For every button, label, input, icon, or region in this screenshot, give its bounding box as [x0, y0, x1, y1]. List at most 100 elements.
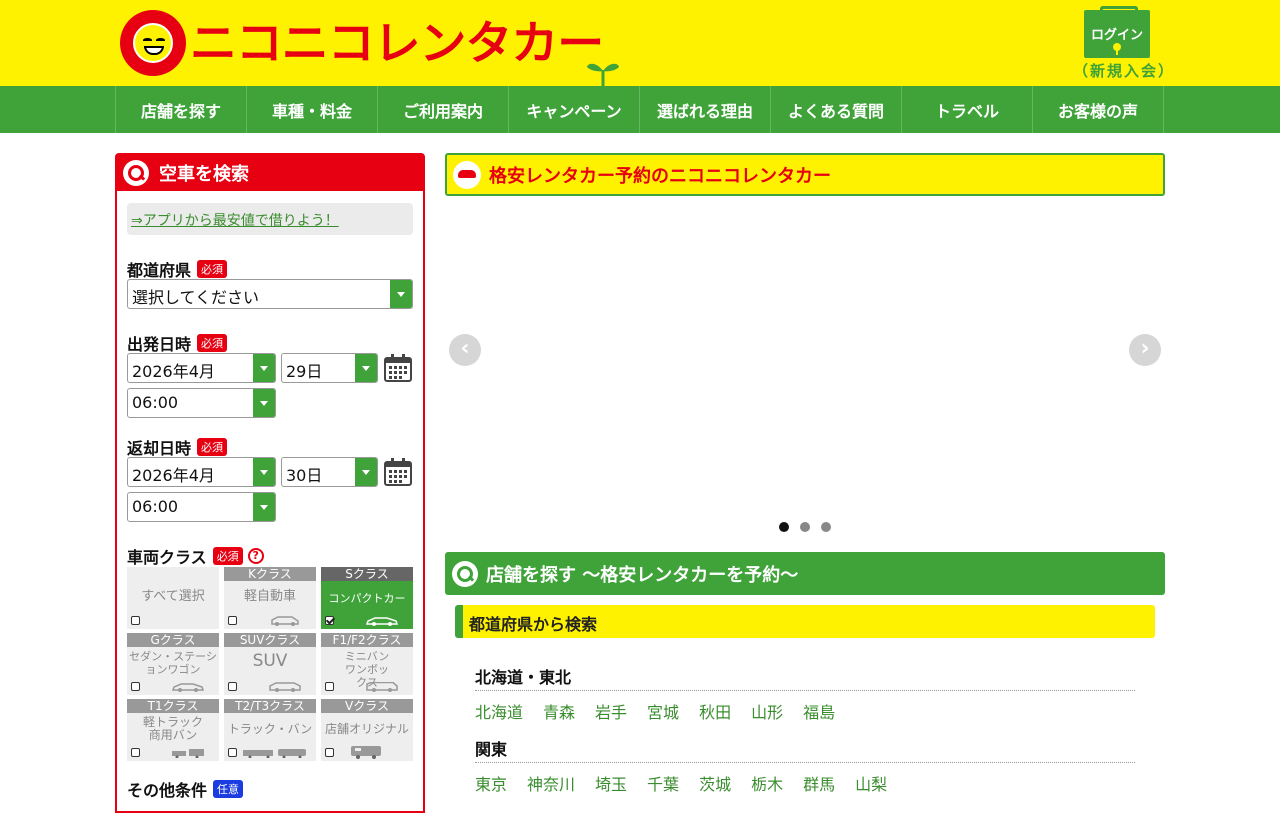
nav-item-campaign[interactable]: キャンペーン	[509, 86, 640, 133]
logo-emblem-icon[interactable]	[120, 10, 186, 76]
nav-item-faq[interactable]: よくある質問	[771, 86, 902, 133]
class-checkbox[interactable]	[228, 616, 237, 625]
return-month-select[interactable]: 2026年4月	[127, 457, 276, 487]
pref-link-kanagawa[interactable]: 神奈川	[527, 771, 575, 795]
class-option-k[interactable]: Kクラス 軽自動車	[224, 567, 316, 629]
slider-next-button[interactable]: ›	[1129, 334, 1161, 366]
vehicle-class-label: 車両クラス 必須 ?	[127, 544, 264, 568]
chevron-down-icon	[390, 280, 412, 308]
van-icon	[366, 682, 398, 692]
pref-link-saitama[interactable]: 埼玉	[595, 771, 627, 795]
class-option-v[interactable]: Vクラス 店舗オリジナル	[321, 699, 413, 761]
nav-item-stores[interactable]: 店舗を探す	[116, 86, 247, 133]
slider-dot[interactable]	[800, 522, 810, 532]
app-promo-link[interactable]: ⇒アプリから最安値で借りよう！	[127, 203, 413, 235]
pref-link-akita[interactable]: 秋田	[699, 699, 731, 723]
prefecture-select[interactable]: 選択してください	[127, 279, 413, 309]
chevron-down-icon	[355, 354, 377, 382]
pref-link-fukushima[interactable]: 福島	[803, 699, 835, 723]
global-nav: 店舗を探す 車種・料金 ご利用案内 キャンペーン 選ばれる理由 よくある質問 ト…	[0, 86, 1280, 133]
store-search-header: 店舗を探す 〜格安レンタカーを予約〜	[445, 552, 1165, 595]
region-pref-links: 北海道 青森 岩手 宮城 秋田 山形 福島	[475, 699, 1135, 723]
search-panel-title: 空車を検索	[159, 164, 249, 185]
depart-day-select[interactable]: 29日	[281, 353, 378, 383]
slider-dots	[779, 522, 831, 532]
optional-badge: 任意	[213, 780, 244, 798]
sprout-icon	[587, 63, 619, 86]
class-option-f[interactable]: F1/F2クラス ミニバンワンボックス	[321, 633, 413, 695]
class-option-s[interactable]: Sクラス コンパクトカー	[321, 567, 413, 629]
chevron-down-icon	[253, 493, 275, 521]
prefecture-label: 都道府県 必須	[127, 257, 228, 281]
pref-link-chiba[interactable]: 千葉	[647, 771, 679, 795]
slider-dot[interactable]	[779, 522, 789, 532]
nav-item-cars-prices[interactable]: 車種・料金	[247, 86, 378, 133]
nav-item-voices[interactable]: お客様の声	[1033, 86, 1164, 133]
class-option-t1[interactable]: T1クラス 軽トラック商用バン	[127, 699, 219, 761]
region-hokkaido-tohoku: 北海道・東北 北海道 青森 岩手 宮城 秋田 山形 福島	[475, 664, 1135, 723]
chevron-down-icon	[253, 354, 275, 382]
car-icon	[269, 682, 301, 692]
class-checkbox[interactable]	[325, 682, 334, 691]
key-icon	[1113, 43, 1121, 55]
pref-link-tochigi[interactable]: 栃木	[751, 771, 783, 795]
search-icon	[452, 560, 478, 587]
class-option-g[interactable]: Gクラス セダン・ステーションワゴン	[127, 633, 219, 695]
required-badge: 必須	[197, 334, 228, 352]
pref-link-yamanashi[interactable]: 山梨	[855, 771, 887, 795]
calendar-icon[interactable]	[383, 353, 413, 383]
search-icon	[123, 160, 149, 186]
car-icon	[171, 683, 205, 692]
help-icon[interactable]: ?	[247, 548, 264, 564]
class-checkbox-checked[interactable]	[325, 616, 334, 625]
calendar-icon[interactable]	[383, 457, 413, 487]
car-icon	[453, 160, 481, 189]
pref-link-yamagata[interactable]: 山形	[751, 699, 783, 723]
class-checkbox[interactable]	[131, 682, 140, 691]
pref-link-ibaraki[interactable]: 茨城	[699, 771, 731, 795]
class-checkbox[interactable]	[325, 748, 334, 757]
class-checkbox[interactable]	[228, 682, 237, 691]
pref-link-tokyo[interactable]: 東京	[475, 771, 507, 795]
site-header: ニコニコレンタカー ログイン （新規入会）	[0, 0, 1280, 86]
nav-item-reasons[interactable]: 選ばれる理由	[640, 86, 771, 133]
depart-month-select[interactable]: 2026年4月	[127, 353, 276, 383]
class-option-suv[interactable]: SUVクラス SUV	[224, 633, 316, 695]
car-icon	[271, 616, 299, 626]
page-title: 格安レンタカー予約のニコニコレンタカー	[489, 165, 831, 187]
nav-item-guide[interactable]: ご利用案内	[378, 86, 509, 133]
pref-link-iwate[interactable]: 岩手	[595, 699, 627, 723]
class-checkbox[interactable]	[228, 748, 237, 757]
return-day-select[interactable]: 30日	[281, 457, 378, 487]
nav-item-travel[interactable]: トラベル	[902, 86, 1033, 133]
class-checkbox[interactable]	[131, 616, 140, 625]
slider-dot[interactable]	[821, 522, 831, 532]
truck-icon	[172, 749, 204, 758]
chevron-down-icon	[253, 458, 275, 486]
depart-label: 出発日時 必須	[127, 331, 228, 355]
class-checkbox[interactable]	[131, 748, 140, 757]
store-search-title: 店舗を探す 〜格安レンタカーを予約〜	[486, 564, 799, 586]
required-badge: 必須	[197, 260, 228, 278]
login-button[interactable]: ログイン	[1084, 6, 1150, 58]
depart-time-select[interactable]: 06:00	[127, 388, 276, 418]
class-option-all[interactable]: すべて選択	[127, 567, 219, 629]
vacancy-search-panel: 空車を検索 ⇒アプリから最安値で借りよう！ 都道府県 必須 選択してください 出…	[115, 153, 425, 813]
required-badge: 必須	[212, 547, 243, 565]
login-label: ログイン	[1090, 28, 1143, 43]
logo-text[interactable]: ニコニコレンタカー	[190, 14, 604, 72]
pref-link-miyagi[interactable]: 宮城	[647, 699, 679, 723]
region-pref-links: 東京 神奈川 埼玉 千葉 茨城 栃木 群馬 山梨	[475, 771, 1135, 795]
chevron-down-icon	[253, 389, 275, 417]
return-time-select[interactable]: 06:00	[127, 492, 276, 522]
car-icon	[365, 617, 399, 626]
truck-icon	[243, 749, 306, 758]
pref-link-aomori[interactable]: 青森	[543, 699, 575, 723]
main-title-bar: 格安レンタカー予約のニコニコレンタカー	[445, 153, 1165, 196]
slider-prev-button[interactable]: ‹	[449, 334, 481, 366]
pref-link-hokkaido[interactable]: 北海道	[475, 699, 523, 723]
pref-link-gunma[interactable]: 群馬	[803, 771, 835, 795]
class-option-t2t3[interactable]: T2/T3クラス トラック・バン	[224, 699, 316, 761]
register-link[interactable]: （新規入会）	[1073, 60, 1175, 81]
region-kanto: 関東 東京 神奈川 埼玉 千葉 茨城 栃木 群馬 山梨	[475, 736, 1135, 795]
